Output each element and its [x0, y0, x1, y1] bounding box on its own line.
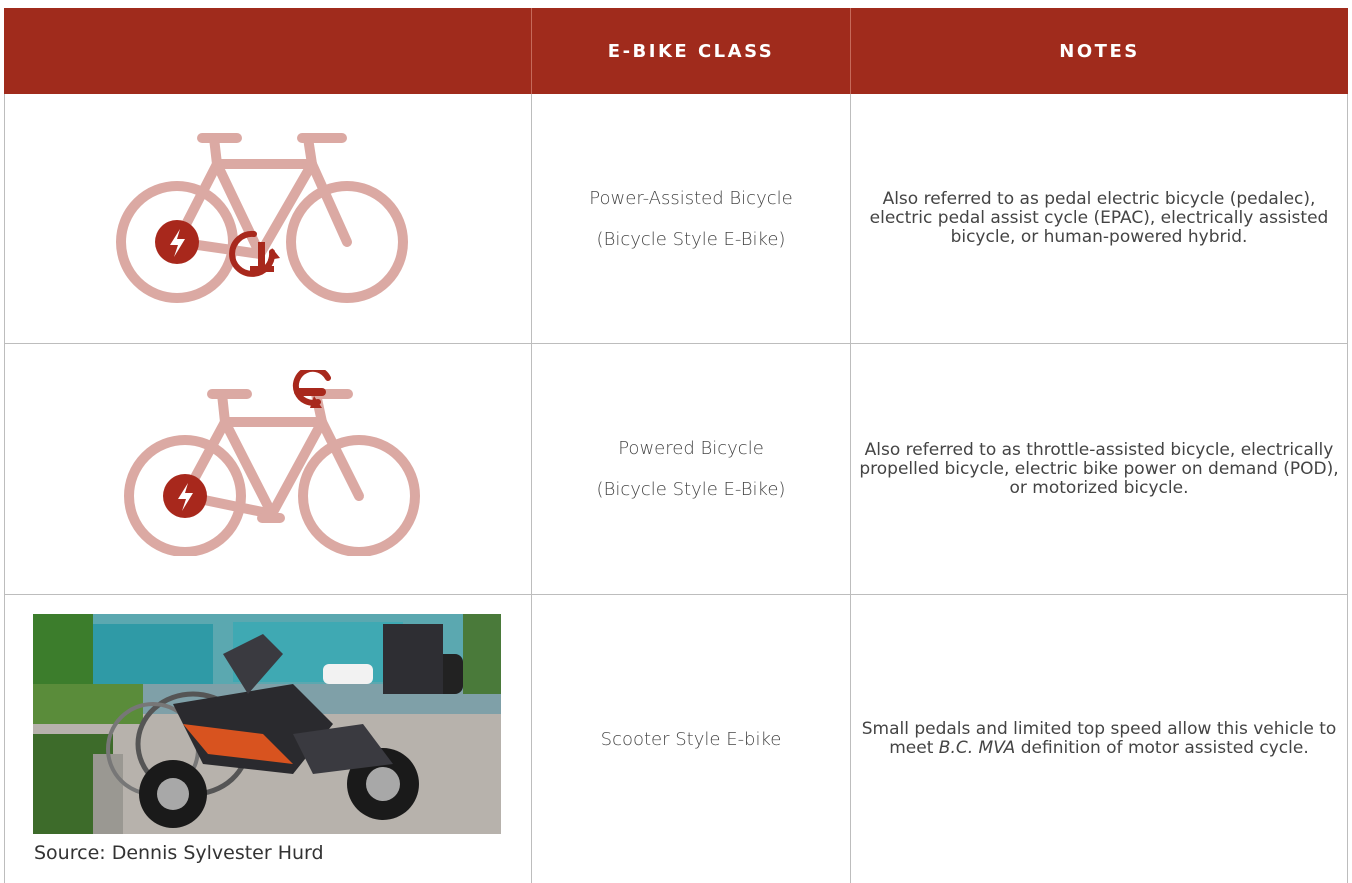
- grid-line: [4, 94, 5, 883]
- table-row-1-class: Power-Assisted Bicycle (Bicycle Style E-…: [532, 94, 850, 343]
- class-name: Scooter Style E-bike: [600, 728, 782, 750]
- photo-source-caption: Source: Dennis Sylvester Hurd: [34, 842, 324, 864]
- class-style: (Bicycle Style E-Bike): [596, 228, 786, 250]
- table-row-3-notes: Small pedals and limited top speed allow…: [851, 595, 1347, 883]
- scooter-photo-illustration: [33, 614, 501, 834]
- header-image-column: [4, 8, 531, 94]
- table-row-2-class: Powered Bicycle (Bicycle Style E-Bike): [532, 344, 850, 594]
- table-header: E-BIKE CLASS NOTES: [4, 8, 1348, 94]
- class-name: Powered Bicycle: [618, 438, 764, 459]
- class-style: (Bicycle Style E-Bike): [596, 479, 786, 500]
- table-row-3-class: Scooter Style E-bike: [532, 595, 850, 883]
- header-notes: NOTES: [1059, 40, 1140, 62]
- grid-line: [1347, 94, 1348, 883]
- mva-reference: B.C. MVA: [938, 738, 1016, 758]
- header-ebike-class: E-BIKE CLASS: [607, 40, 775, 62]
- notes-text: Small pedals and limited top speed allow…: [861, 719, 1337, 758]
- throttle-bicycle-icon: [124, 370, 420, 556]
- scooter-ebike-photo: [33, 614, 501, 834]
- table-row-1-notes: Also referred to as pedal electric bicyc…: [869, 189, 1329, 247]
- table-row-2-notes: Also referred to as throttle-assisted bi…: [859, 439, 1339, 498]
- pedal-assist-bicycle-icon: [116, 133, 408, 303]
- class-name: Power-Assisted Bicycle: [589, 187, 793, 209]
